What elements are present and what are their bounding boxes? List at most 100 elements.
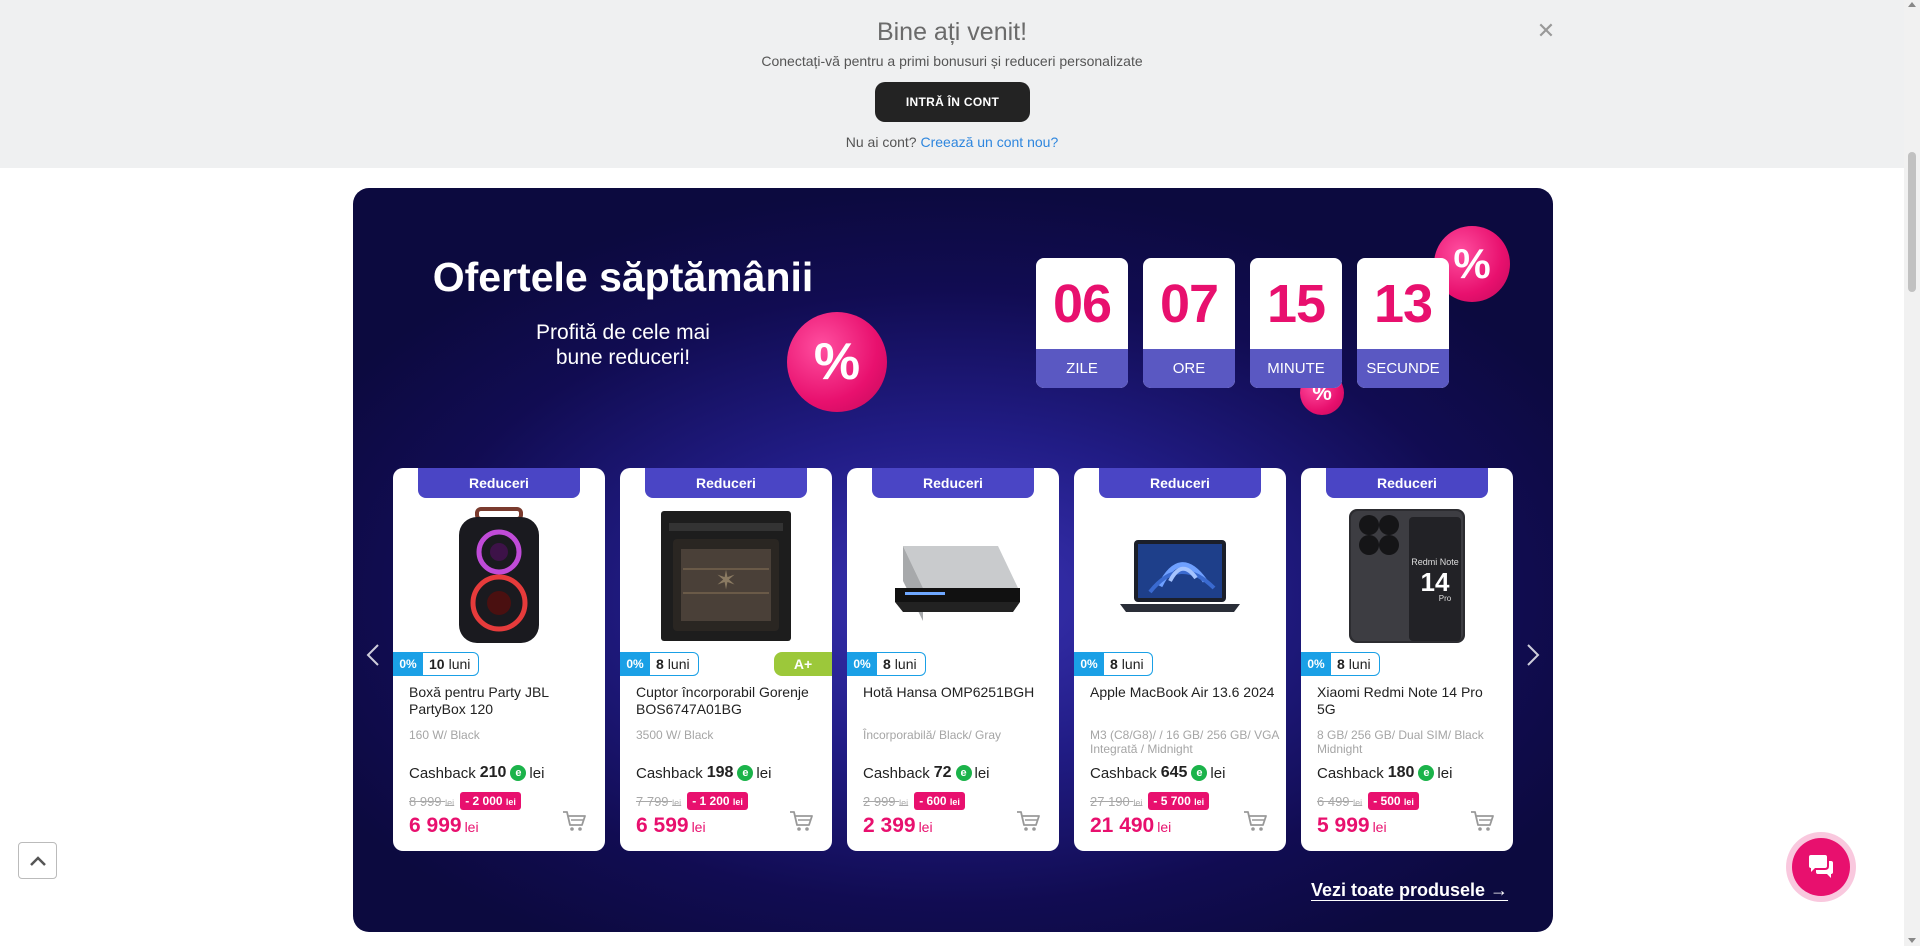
product-image[interactable] — [863, 506, 1043, 646]
current-price: 21 490 lei — [1090, 814, 1172, 837]
cashback-currency: lei — [756, 764, 772, 782]
old-price: 8 999 lei — [409, 793, 455, 809]
discount-badge: Reduceri — [1099, 468, 1261, 498]
countdown-value: 15 — [1266, 273, 1326, 334]
countdown-value: 07 — [1159, 273, 1219, 334]
product-card[interactable]: Reduceri 0% 8 luni Hotă Hansa OMP6251BGH … — [847, 468, 1059, 851]
old-price-row: 2 999 lei - 600 lei — [863, 792, 965, 810]
chat-button[interactable] — [1786, 832, 1856, 902]
cashback-coin-icon: e — [955, 765, 972, 781]
see-all-products-link[interactable]: Vezi toate produsele → — [1311, 880, 1508, 901]
cart-icon[interactable] — [561, 808, 587, 834]
installment-badge: 0% 8 luni — [1301, 652, 1380, 676]
product-image[interactable] — [409, 506, 589, 646]
product-spec: 3500 W/ Black — [636, 728, 714, 742]
old-price: 7 799 lei — [636, 793, 682, 809]
close-icon[interactable]: ✕ — [1534, 20, 1558, 44]
old-price: 6 499 lei — [1317, 793, 1363, 809]
current-price: 5 999 lei — [1317, 814, 1387, 837]
chevron-left-icon[interactable] — [363, 640, 383, 670]
countdown-label: MINUTE — [1250, 349, 1342, 388]
product-name[interactable]: Apple MacBook Air 13.6 2024 — [1090, 684, 1275, 701]
installment-rate: 0% — [1301, 653, 1331, 675]
promo-title: Ofertele săptămânii — [432, 254, 814, 300]
product-image[interactable] — [1090, 506, 1270, 646]
create-account-link[interactable]: Creează un cont nou? — [920, 134, 1058, 150]
banner-title: Bine ați venit! — [876, 18, 1028, 46]
countdown-hours: 07 ORE — [1143, 258, 1235, 388]
svg-text:14: 14 — [1421, 567, 1450, 597]
product-image[interactable]: Redmi Note 14 Pro — [1317, 506, 1497, 646]
current-price: 6 599 lei — [636, 814, 706, 837]
countdown-label: ORE — [1143, 349, 1235, 388]
discount-badge: Reduceri — [1326, 468, 1488, 498]
discount-amount: - 500 lei — [1368, 792, 1419, 810]
old-price-row: 7 799 lei - 1 200 lei — [636, 792, 748, 810]
scrollbar-thumb[interactable] — [1908, 152, 1916, 292]
scroll-up-icon[interactable] — [1908, 2, 1916, 7]
product-image[interactable]: ✶ — [636, 506, 816, 646]
installment-badge: 0% 8 luni — [620, 652, 699, 676]
countdown-value: 06 — [1052, 273, 1112, 334]
discount-badge: Reduceri — [872, 468, 1034, 498]
installment-unit: luni — [448, 656, 471, 672]
product-spec: M3 (C8/G8)/ / 16 GB/ 256 GB/ VGA Integra… — [1090, 728, 1279, 756]
installment-rate: 0% — [393, 653, 423, 675]
back-to-top-button[interactable] — [18, 842, 57, 879]
cart-icon[interactable] — [1469, 808, 1495, 834]
login-button[interactable]: INTRĂ ÎN CONT — [875, 82, 1030, 122]
cashback: Cashback 210 e lei — [409, 764, 544, 782]
product-card[interactable]: Reduceri ✶ 0% 8 luni A+ Cuptor încorporab… — [620, 468, 832, 851]
energy-class-badge: A+ — [774, 652, 832, 676]
svg-text:Redmi Note: Redmi Note — [1411, 557, 1459, 567]
installment-count: 8 — [1337, 656, 1345, 672]
cashback: Cashback 198 e lei — [636, 764, 771, 782]
cashback-label: Cashback — [863, 764, 930, 782]
installment-rate: 0% — [1074, 653, 1104, 675]
cashback-coin-icon: e — [1418, 765, 1435, 781]
product-name[interactable]: Xiaomi Redmi Note 14 Pro 5G — [1317, 684, 1502, 718]
old-price-row: 27 190 lei - 5 700 lei — [1090, 792, 1210, 810]
cart-icon[interactable] — [1015, 808, 1041, 834]
create-account-prompt: Nu ai cont? Creează un cont nou? — [0, 134, 1904, 150]
chevron-right-icon[interactable] — [1523, 640, 1543, 670]
banner-subtitle: Conectați-vă pentru a primi bonusuri și … — [761, 53, 1143, 69]
current-price: 6 999 lei — [409, 814, 479, 837]
countdown-value: 13 — [1373, 273, 1433, 334]
installment-count: 10 — [429, 656, 445, 672]
discount-amount: - 5 700 lei — [1148, 792, 1210, 810]
cashback: Cashback 180 e lei — [1317, 764, 1452, 782]
installment-count: 8 — [1110, 656, 1118, 672]
product-name[interactable]: Hotă Hansa OMP6251BGH — [863, 684, 1048, 701]
installment-unit: luni — [1348, 656, 1371, 672]
scroll-down-icon[interactable] — [1908, 938, 1916, 943]
cashback-coin-icon: e — [737, 765, 754, 781]
product-card[interactable]: Reduceri 0% 10 luni Boxă pentru Party JBL… — [393, 468, 605, 851]
promo-subtitle: Profită de cele mai bune reduceri! — [536, 321, 710, 369]
cashback-label: Cashback — [1090, 764, 1157, 782]
installment-count: 8 — [883, 656, 891, 672]
cashback-currency: lei — [974, 764, 990, 782]
product-name[interactable]: Boxă pentru Party JBL PartyBox 120 — [409, 684, 594, 718]
old-price-row: 8 999 lei - 2 000 lei — [409, 792, 521, 810]
old-price-row: 6 499 lei - 500 lei — [1317, 792, 1419, 810]
product-spec: 8 GB/ 256 GB/ Dual SIM/ Black Midnight — [1317, 728, 1484, 756]
chat-icon[interactable] — [1792, 838, 1850, 896]
old-price: 27 190 lei — [1090, 793, 1143, 809]
discount-amount: - 600 lei — [914, 792, 965, 810]
countdown-label: ZILE — [1036, 349, 1128, 388]
cashback-currency: lei — [1437, 764, 1453, 782]
product-card[interactable]: Reduceri Redmi Note 14 Pro 0% 8 luni Xia… — [1301, 468, 1513, 851]
cashback-value: 198 — [706, 764, 734, 781]
weekly-offers-panel: Ofertele săptămânii Profită de cele mai … — [353, 188, 1553, 932]
product-name[interactable]: Cuptor încorporabil Gorenje BOS6747A01BG — [636, 684, 821, 718]
discount-badge: Reduceri — [418, 468, 580, 498]
page-scrollbar[interactable] — [1904, 0, 1920, 946]
cart-icon[interactable] — [1242, 808, 1268, 834]
installment-badge: 0% 8 luni — [1074, 652, 1153, 676]
installment-count: 8 — [656, 656, 664, 672]
product-carousel: Reduceri 0% 10 luni Boxă pentru Party JBL… — [393, 468, 1513, 851]
product-card[interactable]: Reduceri 0% 8 luni Apple MacBook Air 13.6… — [1074, 468, 1286, 851]
countdown-timer: 06 ZILE 07 ORE 15 MINUTE 13 SECUNDE — [1036, 258, 1449, 388]
cart-icon[interactable] — [788, 808, 814, 834]
